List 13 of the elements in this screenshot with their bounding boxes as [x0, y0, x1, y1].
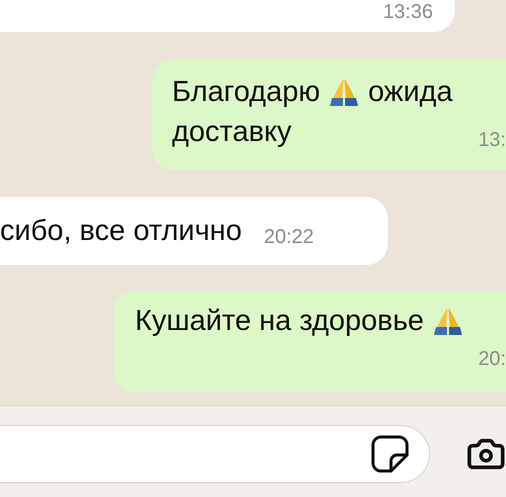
message-time: 13: — [478, 128, 506, 152]
sticker-icon[interactable] — [371, 434, 409, 472]
message-time: 20: — [478, 347, 506, 371]
praying-hands-icon — [434, 306, 462, 336]
message-text: Благодарю — [172, 75, 320, 110]
message-text: сибо, все отлично — [0, 214, 242, 249]
message-text: Кушайте на здоровье — [135, 304, 424, 339]
message-text: доставку — [172, 115, 292, 150]
message-time: 13:36 — [382, 0, 433, 24]
praying-hands-icon — [330, 77, 358, 107]
message-text: ожида — [368, 75, 453, 110]
message-field[interactable] — [0, 424, 430, 482]
message-time: 20:22 — [264, 226, 314, 248]
